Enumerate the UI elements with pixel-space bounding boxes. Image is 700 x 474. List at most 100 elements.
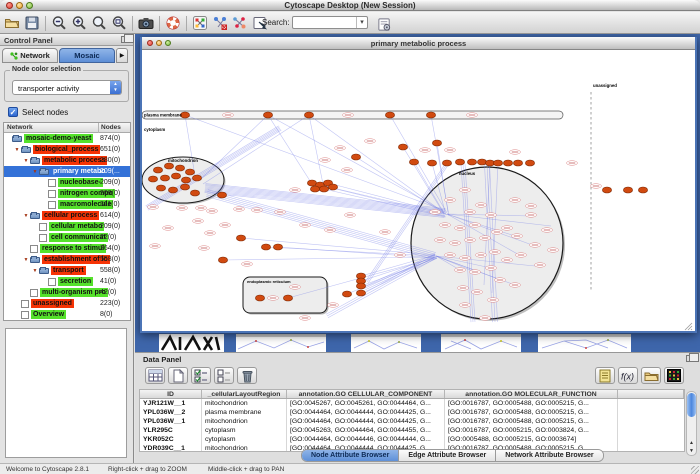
zoom-out-button[interactable] <box>49 14 69 33</box>
import-icon <box>644 370 659 382</box>
matrix-button[interactable] <box>664 367 684 384</box>
table-header-row[interactable]: ID_cellularLayoutRegionannotation.GO CEL… <box>140 390 684 399</box>
tree-row[interactable]: unassigned223(0) <box>4 298 130 309</box>
table-row[interactable]: YKR052Ccytoplasm[GO:0044464, GO:0044446,… <box>140 435 684 444</box>
table-header-cell[interactable]: ID <box>140 390 202 398</box>
network-canvas[interactable]: plasma membranecytoplasmmitochondrionnuc… <box>142 50 695 331</box>
tree-row[interactable]: ▼biological_process651(0) <box>4 144 130 155</box>
tree-expand-icon[interactable]: ▼ <box>31 169 39 175</box>
import-button[interactable] <box>641 367 661 384</box>
background-window[interactable] <box>538 334 631 352</box>
tree-row[interactable]: cellular metabo209(0) <box>4 221 130 232</box>
tree-row-count: 209(0) <box>100 190 120 197</box>
tree-row[interactable]: mosaic-demo-yeast874(0) <box>4 133 130 144</box>
background-window[interactable] <box>441 334 521 352</box>
tree-col-network: Network <box>7 124 33 131</box>
background-network-preview <box>351 337 421 352</box>
layout-nodes-button[interactable] <box>210 14 230 33</box>
folder-icon <box>39 268 49 274</box>
tab-node-attribute-browser[interactable]: Node Attribute Browser <box>302 450 399 461</box>
resize-grip[interactable] <box>691 466 699 474</box>
tree-row[interactable]: ▼cellular process614(0) <box>4 210 130 221</box>
background-window[interactable] <box>351 334 421 352</box>
snapshot-button[interactable] <box>136 14 156 33</box>
birdseye-view[interactable] <box>5 328 127 458</box>
column-divider[interactable] <box>98 123 99 133</box>
tree-expand-icon[interactable]: ▼ <box>31 268 39 274</box>
unselect-attributes-button[interactable] <box>214 367 234 384</box>
tree-expand-icon[interactable]: ▼ <box>22 213 30 219</box>
tab-mosaic[interactable]: Mosaic <box>59 48 115 63</box>
table-cell: mitochondrion <box>202 444 287 452</box>
layout-edges-button[interactable] <box>230 14 250 33</box>
zoom-in-button[interactable] <box>69 14 89 33</box>
new-attribute-button[interactable] <box>168 367 188 384</box>
table-row[interactable]: YPL036W__2plasma membrane[GO:0044464, GO… <box>140 408 684 417</box>
tree-row-count: 209(0) <box>100 179 120 186</box>
network-window-titlebar[interactable]: primary metabolic process <box>142 37 695 50</box>
background-window[interactable] <box>236 334 326 352</box>
node-color-combobox[interactable]: transporter activity ▲▼ <box>12 80 122 95</box>
table-header-cell[interactable]: annotation.GO CELLULAR_COMPONENT <box>287 390 445 398</box>
network-graph[interactable]: plasma membranecytoplasmmitochondrionnuc… <box>142 50 695 331</box>
tab-network[interactable]: Network <box>2 48 58 63</box>
table-row[interactable]: YLR295Ccytoplasm[GO:0045263, GO:0044464,… <box>140 426 684 435</box>
zoom-fit-icon <box>91 15 107 31</box>
table-row[interactable]: YPL036W__1mitochondrion[GO:0044464, GO:0… <box>140 417 684 426</box>
tree-row[interactable]: ▼metabolic process280(0) <box>4 155 130 166</box>
status-zoom-hint: Right-click + drag to ZOOM <box>108 466 187 473</box>
tree-row-label: cellular metabo <box>49 222 104 231</box>
table-header-cell[interactable] <box>618 390 684 398</box>
search-options-button[interactable] <box>374 15 394 34</box>
float-icon[interactable] <box>686 355 694 362</box>
tree-expand-icon[interactable]: ▼ <box>22 158 30 164</box>
tree-row[interactable]: nucleobase-209(0) <box>4 177 130 188</box>
folder-icon <box>21 147 31 153</box>
tree-row[interactable]: ▼primary metabo209(... <box>4 166 130 177</box>
tree-row[interactable]: ▼transport558(0) <box>4 265 130 276</box>
network-overview-button[interactable] <box>190 14 210 33</box>
save-button[interactable] <box>22 14 42 33</box>
scrollbar-thumb[interactable] <box>687 393 696 417</box>
formula-button[interactable]: f(x) <box>618 367 638 384</box>
attribute-table-button[interactable] <box>145 367 165 384</box>
background-window[interactable] <box>159 334 224 352</box>
tab-edge-attribute-browser[interactable]: Edge Attribute Browser <box>399 450 496 461</box>
graph-edge <box>207 195 435 258</box>
table-cell: [GO:0005488, GO:0005215, GO:0003674] <box>445 435 618 444</box>
network-view-window[interactable]: primary metabolic process plasma membran… <box>140 37 697 333</box>
table-header-cell[interactable]: _cellularLayoutRegion <box>202 390 287 398</box>
zoom-fit-button[interactable] <box>89 14 109 33</box>
delete-attribute-button[interactable] <box>237 367 257 384</box>
tab-network-attribute-browser[interactable]: Network Attribute Browser <box>496 450 602 461</box>
help-button[interactable] <box>163 14 183 33</box>
tree-row[interactable]: ▼establishment of lo558(0) <box>4 254 130 265</box>
combobox-stepper-icon[interactable]: ▲▼ <box>110 81 121 94</box>
select-attributes-button[interactable] <box>191 367 211 384</box>
zoom-selected-button[interactable] <box>109 14 129 33</box>
tree-row[interactable]: cell communicat22(0) <box>4 232 130 243</box>
graph-node <box>304 112 313 118</box>
select-nodes-checkbox[interactable]: ✓ <box>8 107 18 117</box>
tree-row[interactable]: response to stimul264(0) <box>4 243 130 254</box>
tree-row[interactable]: Overview8(0) <box>4 309 130 320</box>
table-header-cell[interactable]: annotation.GO MOLECULAR_FUNCTION <box>445 390 618 398</box>
graph-node <box>171 173 180 179</box>
table-row[interactable]: YJR121W__1mitochondrion[GO:0045267, GO:0… <box>140 399 684 408</box>
search-input[interactable]: ▾ <box>292 16 368 29</box>
scrollbar-arrows[interactable]: ▲▼ <box>687 439 696 455</box>
tree-row[interactable]: multi-organism pro42(0) <box>4 287 130 298</box>
chevron-down-icon[interactable]: ▾ <box>356 17 367 28</box>
tree-row[interactable]: nitrogen compo209(0) <box>4 188 130 199</box>
tree-row-count: 22(0) <box>100 234 116 241</box>
tree-row[interactable]: secretion41(0) <box>4 276 130 287</box>
tree-header[interactable]: Network Nodes <box>4 123 130 133</box>
float-icon[interactable] <box>121 36 129 43</box>
table-scrollbar[interactable]: ▲▼ <box>686 391 697 456</box>
open-button[interactable] <box>2 14 22 33</box>
tree-expand-icon[interactable]: ▼ <box>13 147 21 153</box>
notes-button[interactable] <box>595 367 615 384</box>
tree-row[interactable]: macromolecule311(0) <box>4 199 130 210</box>
tab-overflow-button[interactable]: ▶ <box>116 48 128 63</box>
tree-expand-icon[interactable]: ▼ <box>22 257 30 263</box>
